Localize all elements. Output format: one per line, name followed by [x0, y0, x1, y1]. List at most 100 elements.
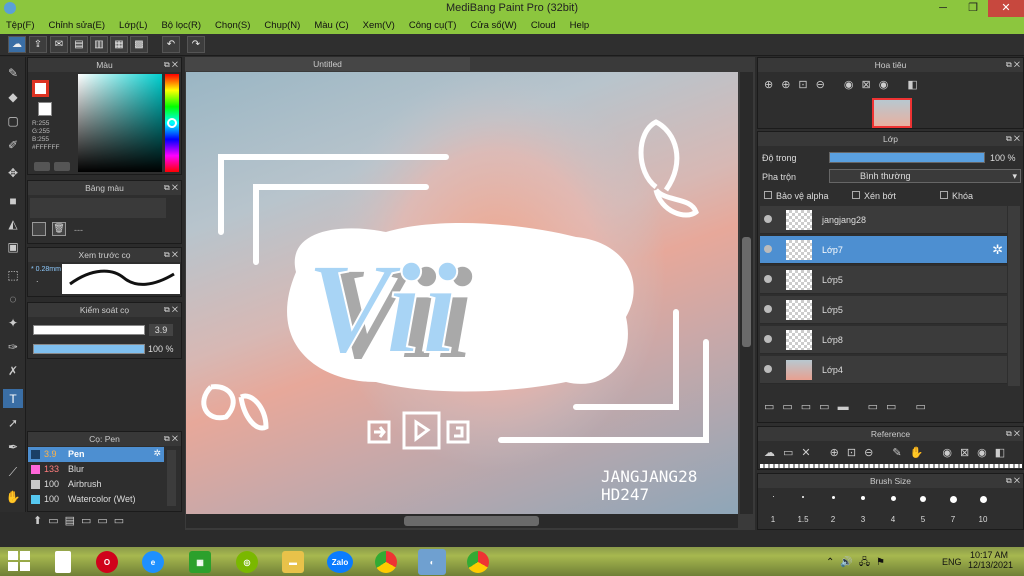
brush-size-option[interactable]: 7	[939, 490, 967, 526]
brush-list-scrollbar[interactable]	[167, 450, 176, 506]
menu-layer[interactable]: Lớp(L)	[119, 17, 147, 34]
hue-handle[interactable]	[167, 118, 177, 128]
primary-color-swatch[interactable]	[32, 80, 49, 97]
brush-tool-icon[interactable]: ✎	[3, 63, 23, 82]
magic-wand-icon[interactable]: ✦	[3, 313, 23, 332]
eye-icon[interactable]	[764, 215, 772, 223]
hand-tool-icon[interactable]: ✋	[3, 487, 23, 506]
canvas-vertical-scrollbar[interactable]	[740, 72, 753, 514]
close-button[interactable]: ✕	[988, 0, 1024, 17]
menu-window[interactable]: Cửa sổ(W)	[470, 17, 516, 34]
layer-row[interactable]: Lớp4	[760, 356, 1007, 384]
layer-opacity-slider[interactable]	[829, 152, 985, 163]
brush-item[interactable]: 133 Blur	[28, 462, 164, 477]
palette-new-icon[interactable]	[32, 222, 46, 236]
menu-file[interactable]: Tệp(F)	[6, 17, 35, 34]
color-add-button[interactable]	[34, 162, 50, 171]
clipping-checkbox[interactable]: Xén bớt	[852, 191, 896, 201]
windows-start-icon[interactable]	[8, 551, 30, 571]
medibang-taskbar-icon[interactable]: ◐	[418, 549, 446, 575]
navigator-toolbar[interactable]: ⊕⊕⊡⊖ ◉⊠◉ ◧	[760, 75, 1020, 95]
dropper-tool-icon[interactable]: ⟋	[3, 463, 23, 482]
undo-icon[interactable]: ↶	[162, 36, 180, 53]
menu-tools[interactable]: Công cụ(T)	[409, 17, 457, 34]
eraser-tool-icon[interactable]: ◆	[3, 87, 23, 106]
eye-icon[interactable]	[764, 365, 772, 373]
tiles-icon[interactable]: ▩	[130, 36, 148, 53]
folder-icon[interactable]: ▬	[282, 551, 304, 573]
brush-size-option[interactable]: 2	[819, 490, 847, 526]
select-pen-icon[interactable]: ✑	[3, 337, 23, 356]
artwork-canvas[interactable]: Vii Vii JANGJANG28 HD247	[186, 72, 738, 514]
clock[interactable]: 10:17 AM 12/13/2021	[968, 550, 1013, 570]
zalo-icon[interactable]: Zalo	[327, 551, 353, 573]
protect-alpha-checkbox[interactable]: Bảo vệ alpha	[764, 191, 829, 201]
layer-list-scrollbar[interactable]	[1008, 206, 1020, 386]
eye-icon[interactable]	[764, 335, 772, 343]
page-icon[interactable]: ▥	[90, 36, 108, 53]
brush-opacity-slider[interactable]	[33, 344, 145, 354]
brush-list-toolbar[interactable]: ⬆▭▤▭▭▭	[27, 512, 182, 530]
brush-size-value[interactable]: 3.9	[149, 324, 173, 336]
lasso-tool-icon[interactable]: ◌	[3, 289, 23, 308]
cloud-icon[interactable]: ☁	[8, 36, 26, 53]
lock-checkbox[interactable]: Khóa	[940, 191, 973, 201]
layer-toolbar[interactable]: ▭▭▭▭▬ ▭▭ ▭	[760, 397, 1020, 417]
menu-select[interactable]: Chọn(S)	[215, 17, 250, 34]
chat-icon[interactable]: ▤	[70, 36, 88, 53]
panel-close-icon[interactable]: ⧉ ✕	[164, 58, 178, 72]
navigator-thumbnail[interactable]	[872, 98, 912, 128]
brush-item[interactable]: 100 Airbrush	[28, 477, 164, 492]
brush-size-option[interactable]: 3	[849, 490, 877, 526]
app-icon-green[interactable]: ◎	[236, 551, 258, 573]
brush-size-option[interactable]: 1	[759, 490, 787, 526]
menu-view[interactable]: Xem(V)	[363, 17, 395, 34]
select-tool-icon[interactable]: ⬚	[3, 265, 23, 284]
color-delete-button[interactable]	[54, 162, 70, 171]
chrome-icon[interactable]	[375, 551, 397, 573]
brush-size-option[interactable]: 5	[909, 490, 937, 526]
panel-close-icon[interactable]: ⧉ ✕	[164, 248, 178, 262]
comment-icon[interactable]: ✉	[50, 36, 68, 53]
menu-cloud[interactable]: Cloud	[531, 17, 556, 34]
brush-item[interactable]: 100 Watercolor (Wet)	[28, 492, 164, 507]
language-indicator[interactable]: ENG	[942, 557, 962, 567]
reference-toolbar[interactable]: ☁▭✕ ⊕⊡⊖ ✎✋ ◉⊠◉◧	[760, 444, 1022, 462]
tray-icons[interactable]: ⌃🔊🖧⚑	[826, 555, 891, 572]
eye-icon[interactable]	[764, 245, 772, 253]
panel-close-icon[interactable]: ⧉ ✕	[1006, 427, 1020, 441]
redo-icon[interactable]: ↷	[187, 36, 205, 53]
ie-icon[interactable]: e	[142, 551, 164, 573]
text-tool-icon[interactable]: T	[3, 389, 23, 408]
menu-edit[interactable]: Chỉnh sửa(E)	[49, 17, 106, 34]
brush-size-option[interactable]: 4	[879, 490, 907, 526]
menu-help[interactable]: Help	[570, 17, 590, 34]
layer-row[interactable]: Lớp5	[760, 296, 1007, 324]
color-picker-field[interactable]	[78, 74, 162, 172]
layer-row[interactable]: Lớp5	[760, 266, 1007, 294]
operation-tool-icon[interactable]: ➚	[3, 413, 23, 432]
minimize-button[interactable]: ─	[928, 0, 958, 17]
panel-close-icon[interactable]: ⧉ ✕	[1006, 132, 1020, 146]
opera-icon[interactable]: O	[96, 551, 118, 573]
blend-mode-select[interactable]: Bình thường ▾	[829, 169, 1021, 183]
store-icon[interactable]: ▦	[189, 551, 211, 573]
panel-close-icon[interactable]: ⧉ ✕	[1006, 58, 1020, 72]
layer-settings-gear-icon[interactable]: ✲	[992, 242, 1003, 258]
panel-close-icon[interactable]: ⧉ ✕	[1006, 474, 1020, 488]
panel-close-icon[interactable]: ⧉ ✕	[164, 303, 178, 317]
fill-rect-icon[interactable]: ■	[3, 191, 23, 210]
brush-size-option[interactable]: 10	[969, 490, 997, 526]
gradient-tool-icon[interactable]: ▣	[3, 237, 23, 256]
palette-swatch-area[interactable]	[30, 198, 166, 218]
grid-icon[interactable]: ▦	[110, 36, 128, 53]
palette-trash-icon[interactable]: 🗑	[52, 222, 66, 236]
eyedropper-tool-icon[interactable]: ✒	[3, 437, 23, 456]
eye-icon[interactable]	[764, 275, 772, 283]
layer-row[interactable]: jangjang28	[760, 206, 1007, 234]
bucket-tool-icon[interactable]: ◭	[3, 214, 23, 233]
menu-snap[interactable]: Chụp(N)	[264, 17, 300, 34]
secondary-color-swatch[interactable]	[38, 102, 52, 116]
menu-color[interactable]: Màu (C)	[314, 17, 348, 34]
file-icon[interactable]	[55, 551, 71, 573]
